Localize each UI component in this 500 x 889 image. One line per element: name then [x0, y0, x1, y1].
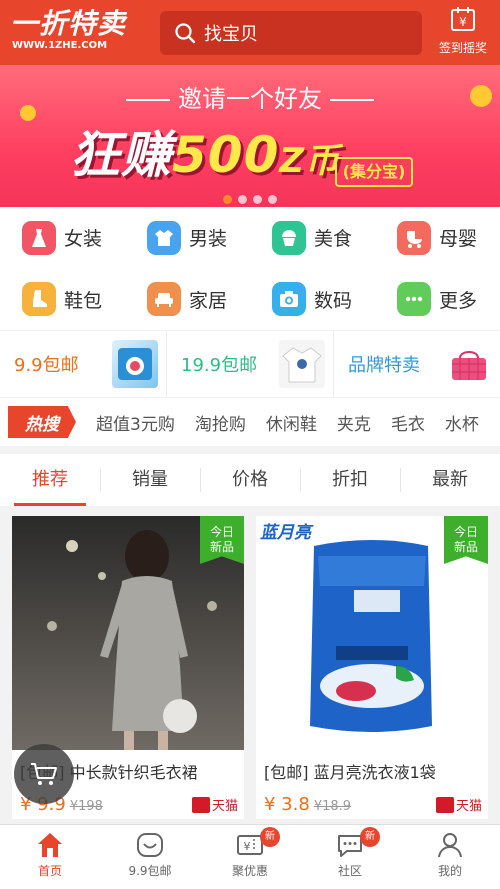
- nav-label: 9.9包邮: [128, 864, 172, 878]
- logo-text: 一折特卖: [10, 7, 127, 40]
- tmall-shop-tag: 天猫: [191, 795, 238, 814]
- tab-recommend[interactable]: 推荐: [0, 454, 100, 506]
- sofa-icon: [147, 282, 181, 316]
- floating-cart-button[interactable]: [14, 744, 74, 804]
- nav-label: 社区: [337, 864, 362, 878]
- promo-19-9[interactable]: 19.9包邮: [167, 331, 334, 397]
- promo-banner[interactable]: 邀请一个好友 狂赚500Z币 (集分宝): [0, 65, 500, 207]
- bottom-nav: 首页 9.9包邮 ¥ 聚优惠 新 社区 新 我的: [0, 824, 500, 889]
- product-title: [包邮] 蓝月亮洗衣液1袋: [264, 763, 436, 782]
- product-card[interactable]: 蓝月亮 今日 新品 [包邮] 蓝月亮洗衣液1袋 ¥ 3.8 ¥18.9 天猫: [256, 516, 488, 819]
- category-label: 鞋包: [64, 289, 103, 312]
- promo-9-9[interactable]: 9.9包邮: [0, 331, 167, 397]
- app-logo[interactable]: 一折特卖 WWW.1ZHE.COM: [10, 8, 140, 56]
- sort-tabs: 推荐 销量 价格 折扣 最新: [0, 454, 500, 506]
- hot-keyword[interactable]: 休闲鞋: [266, 410, 317, 435]
- brand-logo: 蓝月亮: [260, 523, 311, 543]
- promo-label: 品牌特卖: [348, 355, 420, 376]
- tab-newest[interactable]: 最新: [400, 454, 500, 506]
- hot-keyword[interactable]: 超值3元购: [96, 410, 175, 435]
- hot-keyword[interactable]: 水杯: [445, 410, 479, 435]
- promo-label: 19.9包邮: [181, 355, 258, 376]
- category-women[interactable]: 女装: [0, 207, 125, 268]
- original-price: ¥198: [69, 799, 103, 814]
- cart-icon: [31, 763, 57, 785]
- new-badge: 新: [360, 827, 380, 847]
- category-label: 数码: [314, 289, 353, 312]
- carousel-dot[interactable]: [253, 195, 262, 204]
- top-bar: 一折特卖 WWW.1ZHE.COM 找宝贝 ¥ 签到摇奖: [0, 0, 500, 65]
- category-label: 男装: [189, 228, 228, 250]
- nav-label: 聚优惠: [231, 864, 268, 878]
- handbag-image: [446, 340, 492, 388]
- nav-me[interactable]: 我的: [400, 825, 500, 889]
- tab-discount[interactable]: 折扣: [300, 454, 400, 506]
- hot-search-badge: 热搜: [8, 406, 76, 438]
- category-label: 家居: [189, 289, 228, 312]
- tmall-shop-tag: 天猫: [435, 795, 482, 814]
- category-men[interactable]: 男装: [125, 207, 250, 268]
- nav-label: 首页: [37, 864, 62, 878]
- nav-9-9[interactable]: 9.9包邮: [100, 825, 200, 889]
- tmall-icon: [191, 796, 210, 813]
- tab-price[interactable]: 价格: [200, 454, 300, 506]
- shirt-icon: [147, 220, 181, 255]
- svg-text:¥: ¥: [459, 15, 467, 29]
- category-label: 女装: [64, 228, 103, 250]
- logo-url: WWW.1ZHE.COM: [12, 40, 108, 51]
- category-food[interactable]: 美食: [250, 207, 375, 268]
- category-more[interactable]: 更多: [375, 268, 500, 330]
- nav-deals[interactable]: ¥ 聚优惠 新: [200, 825, 300, 889]
- signin-label: 签到摇奖: [438, 41, 487, 55]
- category-shoes-bags[interactable]: 鞋包: [0, 268, 125, 330]
- carousel-dot[interactable]: [268, 195, 277, 204]
- product-price: ¥ 3.8 ¥18.9: [264, 794, 352, 815]
- promo-brand[interactable]: 品牌特卖: [334, 331, 500, 397]
- smile-bag-icon: [137, 833, 163, 857]
- original-price: ¥18.9: [313, 799, 352, 814]
- nav-community[interactable]: 社区 新: [300, 825, 400, 889]
- nav-home[interactable]: 首页: [0, 825, 100, 889]
- hot-keyword[interactable]: 夹克: [337, 410, 371, 435]
- boot-icon: [22, 282, 56, 316]
- search-placeholder: 找宝贝: [204, 24, 258, 45]
- promo-label: 9.9包邮: [14, 355, 79, 376]
- banner-tag: (集分宝): [335, 157, 413, 187]
- tab-sales[interactable]: 销量: [100, 454, 200, 506]
- hot-search-bar: 热搜 超值3元购 淘抢购 休闲鞋 夹克 毛衣 水杯: [0, 398, 500, 446]
- nav-label: 我的: [437, 864, 462, 878]
- signin-lottery-button[interactable]: ¥ 签到摇奖: [430, 6, 496, 60]
- calendar-yen-icon: ¥: [451, 7, 475, 31]
- home-icon: [38, 833, 62, 857]
- category-label: 母婴: [439, 228, 478, 250]
- svg-text:¥: ¥: [244, 840, 251, 853]
- stroller-icon: [397, 220, 431, 255]
- carousel-dot[interactable]: [238, 195, 247, 204]
- category-digital[interactable]: 数码: [250, 268, 375, 330]
- dress-icon: [22, 220, 56, 255]
- user-icon: [438, 833, 462, 858]
- cupcake-icon: [272, 220, 306, 255]
- search-bar[interactable]: 找宝贝: [160, 11, 422, 55]
- search-icon: [175, 23, 196, 44]
- camera-icon: [272, 282, 306, 316]
- category-home[interactable]: 家居: [125, 268, 250, 330]
- promo-strip: 9.9包邮 19.9包邮 品牌特卖: [0, 331, 500, 397]
- tmall-icon: [435, 796, 454, 813]
- hot-keyword[interactable]: 毛衣: [391, 410, 425, 435]
- hot-keyword[interactable]: 淘抢购: [195, 410, 246, 435]
- carousel-indicator: [0, 189, 500, 207]
- tshirt-image: [279, 340, 325, 388]
- more-icon: [397, 282, 431, 316]
- category-grid: 女装 男装 美食 母婴 鞋包 家居 数码 更多: [0, 207, 500, 330]
- carousel-dot-active[interactable]: [223, 195, 232, 204]
- category-baby[interactable]: 母婴: [375, 207, 500, 268]
- banner-headline: 狂赚500Z币: [70, 126, 341, 184]
- pillow-image: [112, 340, 158, 388]
- new-badge: 新: [260, 827, 280, 847]
- category-label: 更多: [439, 289, 478, 312]
- banner-subtitle: 邀请一个好友: [0, 79, 500, 114]
- category-label: 美食: [314, 228, 353, 250]
